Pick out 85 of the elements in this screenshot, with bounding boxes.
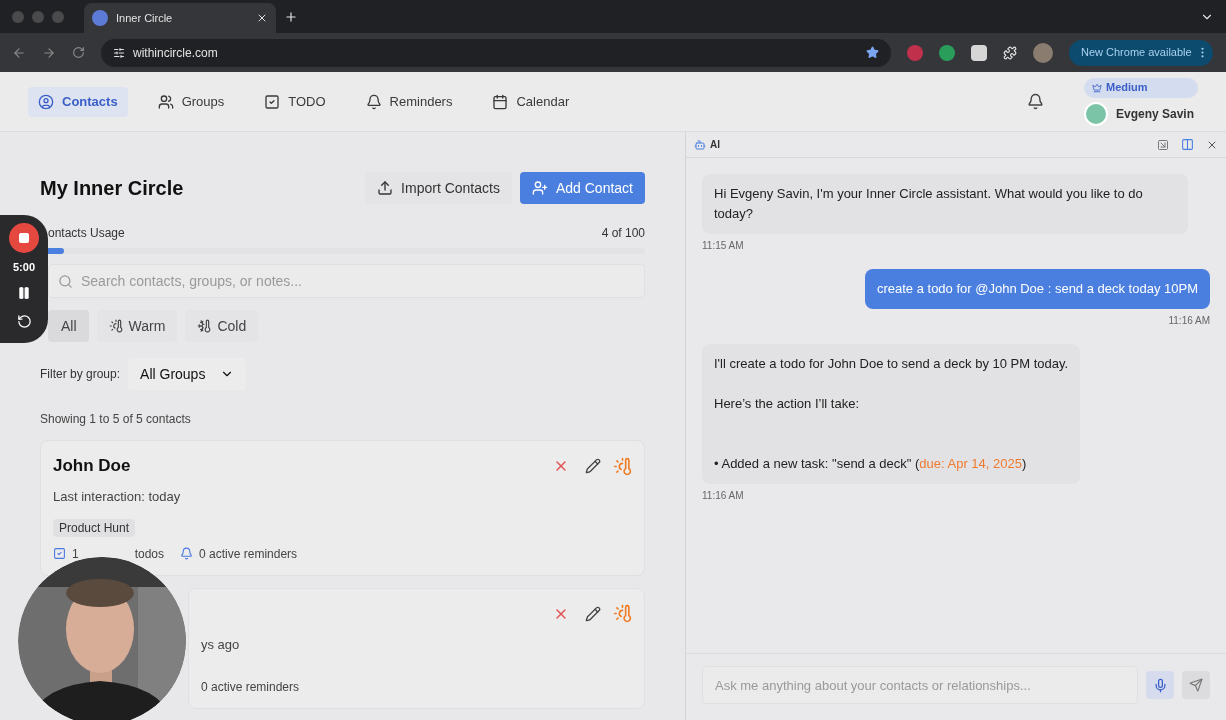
todo-count: 1 [72, 545, 79, 563]
add-contact-button[interactable]: Add Contact [519, 172, 645, 204]
filter-tab[interactable]: Cold [185, 310, 259, 342]
calendar-icon [492, 93, 509, 110]
restart-icon[interactable] [16, 313, 32, 329]
send-button[interactable] [1182, 671, 1210, 699]
close-icon[interactable] [256, 12, 268, 24]
results-count: Showing 1 to 5 of 5 contacts [40, 412, 191, 426]
user-name[interactable]: Evgeny Savin [1116, 104, 1195, 123]
avatar-icon[interactable] [1033, 42, 1053, 63]
extension-icon[interactable] [939, 44, 955, 61]
nav-tab[interactable]: Contacts [28, 86, 128, 117]
new-tab-icon[interactable] [284, 9, 298, 24]
microphone-button[interactable] [1146, 671, 1174, 699]
contact-name: John Doe [53, 455, 131, 478]
reminders-count: 0 active reminders [199, 545, 298, 563]
back-icon[interactable] [12, 45, 26, 60]
nav-tab[interactable]: Calendar [482, 86, 580, 117]
reminders-count: 0 active reminders [201, 679, 300, 696]
split-view-icon[interactable] [1181, 138, 1194, 151]
update-button[interactable]: New Chrome available [1069, 39, 1213, 66]
message-text: Here’s the action I’ll take: [714, 395, 860, 413]
todo-label: todos [134, 545, 165, 563]
chat-input[interactable]: Ask me anything about your contacts or relationships... [702, 666, 1138, 704]
site-settings-icon[interactable] [113, 46, 125, 59]
search-icon [58, 274, 73, 289]
favicon-icon [92, 10, 108, 26]
group-tag: Product Hunt [53, 518, 136, 537]
browser-tab[interactable]: Inner Circle [84, 3, 276, 33]
search-field[interactable]: Search contacts, groups, or notes... [48, 264, 645, 298]
thermometer-sun-icon [108, 319, 123, 333]
forward-icon[interactable] [42, 45, 56, 60]
address-bar[interactable]: withincircle.com [101, 38, 891, 67]
panel-title: AI [710, 138, 721, 152]
nav-tab[interactable]: TODO [254, 86, 336, 117]
message-text: create a todo for @John Doe : send a deck today 10PM [876, 280, 1198, 298]
checkbox-icon [53, 547, 66, 560]
users-icon [157, 93, 174, 110]
last-interaction: Last interaction: today [53, 489, 181, 504]
extensions-icon[interactable] [1003, 45, 1017, 60]
last-interaction: ys ago [201, 636, 240, 652]
plan-badge: Medium [1084, 77, 1198, 98]
filter-tab[interactable]: Warm [96, 310, 178, 342]
crown-icon [1092, 82, 1102, 93]
bot-icon [694, 138, 706, 151]
message-time: 11:15 AM [702, 239, 744, 253]
contact-card[interactable]: John Doe Last interaction: today Product Hunt 1 todos 0 active reminders [40, 440, 645, 576]
message-text: • Added a new task: "send a deck" (due: Apr 14, 2025) [714, 455, 1028, 473]
contact-card[interactable]: ys ago 0 active reminders [188, 587, 645, 709]
stop-button[interactable] [9, 223, 39, 253]
nav-tab[interactable]: Reminders [355, 86, 463, 117]
window-icon[interactable] [1157, 138, 1169, 151]
extension-icon[interactable] [971, 44, 987, 61]
filter-tab[interactable]: All [48, 310, 89, 342]
pause-icon[interactable] [17, 285, 31, 300]
edit-icon[interactable] [585, 605, 601, 622]
checkbox-icon [264, 93, 281, 110]
notifications-icon[interactable] [1027, 93, 1044, 110]
send-icon [1189, 678, 1203, 692]
avatar-icon[interactable] [1084, 101, 1108, 126]
message-time: 11:16 AM [702, 489, 744, 503]
import-button[interactable]: Import Contacts [365, 172, 512, 204]
thermometer-sun-icon[interactable] [613, 604, 632, 623]
microphone-icon [1152, 677, 1168, 693]
message-text: I'll create a todo for John Doe to send a deck by 10 PM today. [714, 355, 1069, 373]
message-time: 11:16 AM [1168, 314, 1210, 328]
bell-icon [180, 547, 194, 560]
recording-timer: 5:00 [13, 260, 35, 275]
group-select[interactable]: All Groups [128, 358, 247, 390]
message-text: Hi Evgeny Savin, I'm your Inner Circle assistant. What would you like to do today? [714, 185, 1144, 223]
user-circle-icon [38, 93, 54, 110]
nav-tab[interactable]: Groups [147, 86, 235, 117]
star-icon[interactable] [866, 46, 879, 59]
page-title: My Inner Circle [40, 176, 185, 201]
user-plus-icon [531, 180, 548, 196]
thermometer-snowflake-icon [197, 319, 212, 333]
reload-icon[interactable] [72, 46, 85, 59]
filter-label: Filter by group: [40, 366, 121, 383]
bell-icon [365, 93, 382, 110]
edit-icon[interactable] [585, 458, 601, 474]
upload-icon [377, 180, 394, 196]
thermometer-sun-icon[interactable] [613, 456, 632, 476]
usage-label: ontacts Usage [48, 225, 126, 242]
stop-icon [18, 232, 30, 244]
usage-reading: 4 of 100 [601, 225, 645, 242]
